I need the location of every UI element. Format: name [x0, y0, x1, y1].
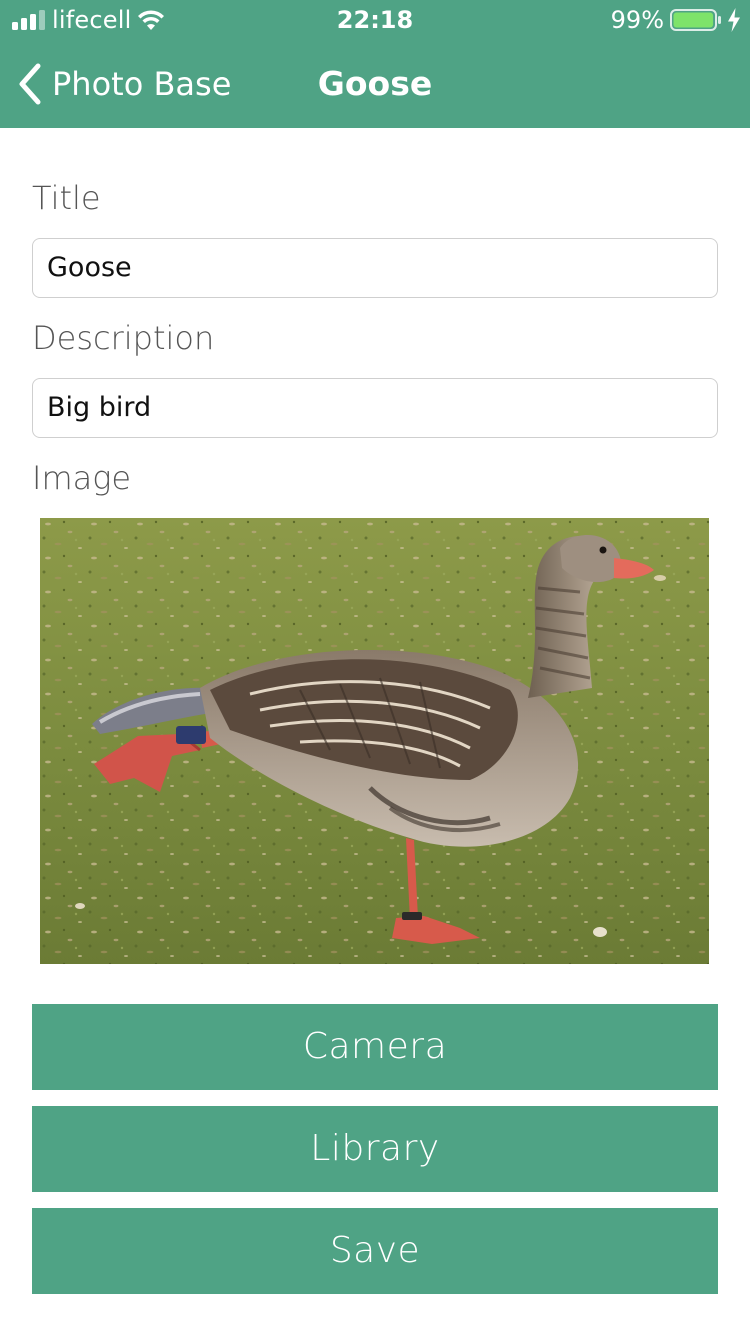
save-button[interactable]: Save — [32, 1208, 718, 1294]
image-label: Image — [32, 459, 132, 497]
goose-photo — [40, 518, 709, 964]
title-input-value: Goose — [47, 252, 132, 283]
title-input[interactable]: Goose — [32, 238, 718, 298]
charging-bolt-icon — [728, 8, 740, 32]
description-label: Description — [32, 319, 215, 357]
battery-percentage: 99% — [610, 6, 664, 34]
status-bar: lifecell 22:18 99% — [0, 0, 750, 40]
title-label: Title — [32, 179, 101, 217]
goose-photo-graphic — [40, 518, 709, 964]
navigation-bar: lifecell 22:18 99% Photo Base Goose — [0, 0, 750, 128]
description-input-value: Big bird — [47, 392, 152, 423]
library-button[interactable]: Library — [32, 1106, 718, 1192]
battery-icon — [670, 9, 721, 31]
description-input[interactable]: Big bird — [32, 378, 718, 438]
page-title: Goose — [317, 64, 433, 103]
camera-button[interactable]: Camera — [32, 1004, 718, 1090]
